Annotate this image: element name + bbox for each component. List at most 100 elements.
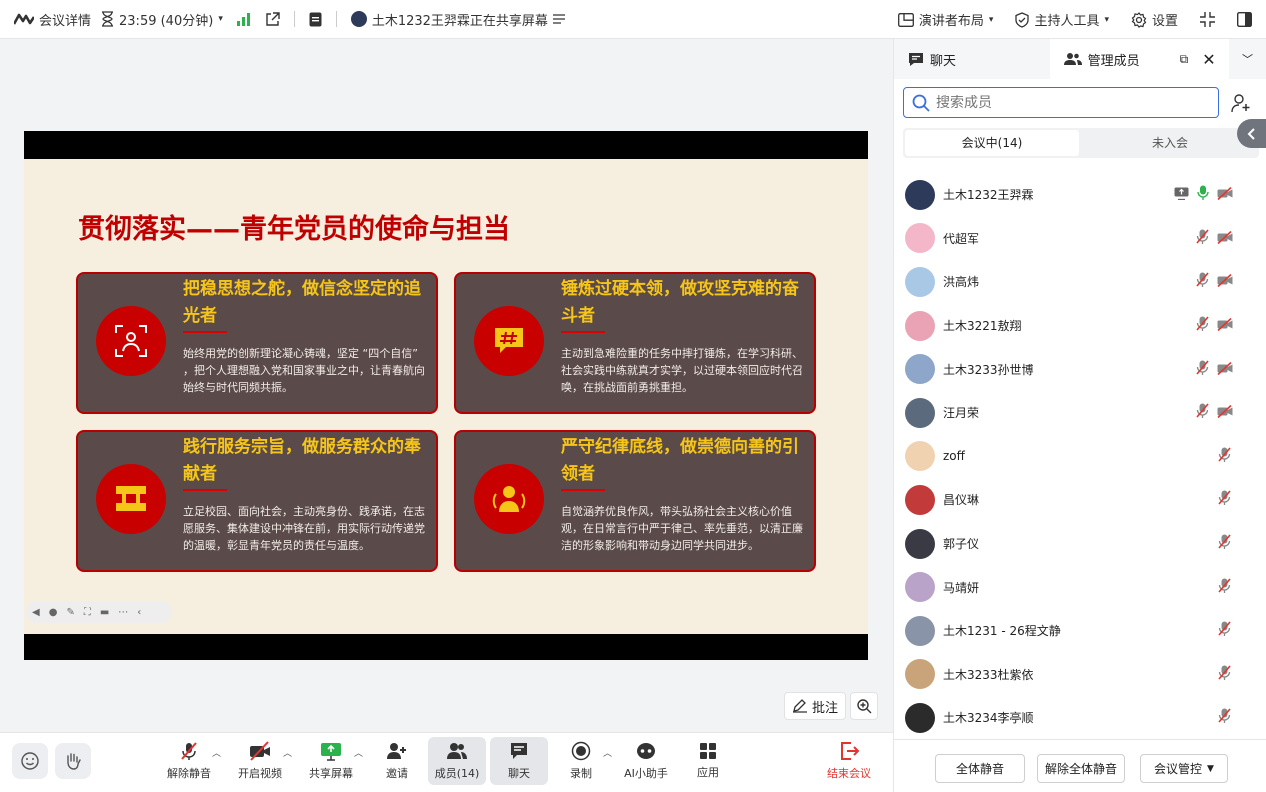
chevron-down-icon: ▾ [1104, 14, 1109, 25]
camera-off-icon[interactable] [1217, 316, 1233, 335]
member-row[interactable]: 土木3233孙世博 [894, 347, 1266, 391]
member-row[interactable]: 土木3221敖翔 [894, 304, 1266, 348]
member-status-icons [1218, 490, 1231, 509]
chevron-up-icon[interactable]: ︿ [354, 746, 363, 759]
mic-off-icon[interactable] [1218, 621, 1231, 640]
host-tools-button[interactable]: 主持人工具 ▾ [1015, 10, 1109, 29]
collapse-panel-button[interactable] [1237, 119, 1266, 148]
member-name: 代超军 [943, 231, 980, 246]
members-icon [1063, 53, 1082, 65]
tab-members-label: 管理成员 [1087, 53, 1140, 69]
camera-off-icon[interactable] [1217, 229, 1233, 248]
pen-icon[interactable]: ✎ [66, 607, 74, 618]
popout-button[interactable] [265, 11, 280, 27]
add-member-button[interactable] [1227, 89, 1255, 117]
raise-hand-button[interactable] [55, 743, 91, 779]
reactions-button[interactable] [12, 743, 48, 779]
network-signal[interactable] [236, 12, 251, 26]
chat-button[interactable]: 聊天 [490, 737, 548, 785]
members-label: 成员(14) [434, 767, 480, 780]
meeting-control-button[interactable]: 会议管控 ▼ [1140, 754, 1228, 783]
mic-off-icon[interactable] [1196, 316, 1209, 335]
tab-in-meeting[interactable]: 会议中(14) [905, 130, 1079, 156]
member-row[interactable]: 汪月荣 [894, 391, 1266, 435]
mic-off-icon[interactable] [1196, 229, 1209, 248]
tab-not-joined[interactable]: 未入会 [1083, 130, 1257, 156]
mic-off-icon[interactable] [1218, 665, 1231, 684]
member-row[interactable]: 郭子仪 [894, 522, 1266, 566]
share-screen-icon [321, 743, 341, 761]
mic-off-icon[interactable] [1218, 447, 1231, 466]
gear-icon [1131, 11, 1147, 28]
camera-off-icon[interactable] [1217, 185, 1233, 204]
members-button[interactable]: 成员(14) [428, 737, 486, 785]
avatar [905, 354, 935, 385]
toggle-sidebar-button[interactable] [1237, 12, 1252, 27]
unmute-all-button[interactable]: 解除全体静音 [1037, 754, 1125, 783]
member-row[interactable]: 土木3233杜紫依 [894, 653, 1266, 697]
annotate-button[interactable]: 批注 [784, 692, 846, 720]
ai-assistant-button[interactable]: AI小助手 [617, 737, 675, 785]
camera-off-icon[interactable] [1217, 272, 1233, 291]
member-name: 土木3234李亭顺 [943, 711, 1034, 726]
collapse-toolbar-icon[interactable]: ‹ [137, 607, 141, 618]
slide-toolbar: ◀ ● ✎ ⛶ ▬ ⋯ ‹ [26, 601, 172, 623]
meeting-details-button[interactable]: 会议详情 [14, 10, 91, 29]
invite-button[interactable]: 邀请 [368, 737, 426, 785]
chevron-up-icon[interactable]: ︿ [283, 746, 292, 759]
popout-icon[interactable]: ⧉ [1180, 52, 1189, 67]
pointer-icon[interactable]: ● [49, 607, 58, 618]
mic-off-icon[interactable] [1196, 403, 1209, 422]
member-row[interactable]: 洪高炜 [894, 260, 1266, 304]
card-title: 践行服务宗旨，做服务群众的奉献者 [183, 437, 421, 484]
share-screen-button[interactable]: 共享屏幕 [302, 737, 360, 785]
unmute-button[interactable]: 解除静音 [160, 737, 218, 785]
mic-on-icon[interactable] [1197, 185, 1209, 204]
panel-menu-button[interactable]: ﹀ [1229, 51, 1266, 67]
start-video-button[interactable]: 开启视频 [231, 737, 289, 785]
zoom-button[interactable] [850, 692, 878, 720]
record-button[interactable]: 录制 [552, 737, 610, 785]
tab-chat[interactable]: 聊天 [894, 39, 1050, 79]
member-search[interactable] [903, 87, 1219, 118]
member-row[interactable]: 马靖妍 [894, 565, 1266, 609]
layout-button[interactable]: 演讲者布局 ▾ [897, 10, 993, 29]
mic-off-icon[interactable] [1196, 360, 1209, 379]
avatar [905, 441, 935, 472]
caret-down-icon: ▼ [1207, 763, 1214, 774]
member-row[interactable]: 昌仪琳 [894, 478, 1266, 522]
mic-off-icon[interactable] [1218, 708, 1231, 727]
member-row[interactable]: 代超军 [894, 217, 1266, 261]
camera-off-icon[interactable] [1217, 360, 1233, 379]
sharing-status[interactable]: 土木1232王羿霖正在共享屏幕 [350, 10, 565, 29]
more-icon[interactable]: ⋯ [118, 607, 128, 618]
camera-off-icon[interactable] [1217, 403, 1233, 422]
zoom-frame-icon[interactable]: ⛶ [84, 607, 91, 618]
chevron-up-icon[interactable]: ︿ [603, 746, 612, 759]
mic-off-icon[interactable] [1218, 578, 1231, 597]
member-name: zoff [943, 449, 965, 464]
mic-off-icon[interactable] [1218, 490, 1231, 509]
mic-off-icon[interactable] [1218, 534, 1231, 553]
member-row[interactable]: 土木3234李亭顺 [894, 696, 1266, 739]
previous-slide-icon[interactable]: ◀ [32, 607, 40, 618]
member-row[interactable]: zoff [894, 435, 1266, 479]
member-name: 马靖妍 [943, 580, 980, 595]
search-input[interactable] [936, 94, 1196, 111]
document-button[interactable] [309, 12, 322, 27]
avatar [905, 484, 935, 515]
exit-fullscreen-button[interactable] [1200, 12, 1215, 27]
member-status-icons [1218, 534, 1231, 553]
apps-button[interactable]: 应用 [679, 737, 737, 785]
member-row[interactable]: 土木1232王羿霖 [894, 173, 1266, 217]
chevron-up-icon[interactable]: ︿ [212, 746, 221, 759]
camera-icon[interactable]: ▬ [100, 607, 109, 618]
timer-button[interactable]: 23:59 (40分钟) ▾ [101, 10, 223, 29]
tab-members[interactable]: 管理成员 ⧉ ✕ [1049, 39, 1230, 79]
settings-button[interactable]: 设置 [1131, 10, 1178, 29]
end-meeting-button[interactable]: 结束会议 [820, 737, 878, 785]
mute-all-button[interactable]: 全体静音 [935, 754, 1025, 783]
close-icon[interactable]: ✕ [1202, 50, 1215, 69]
member-row[interactable]: 土木1231 - 26程文静 [894, 609, 1266, 653]
mic-off-icon[interactable] [1196, 272, 1209, 291]
